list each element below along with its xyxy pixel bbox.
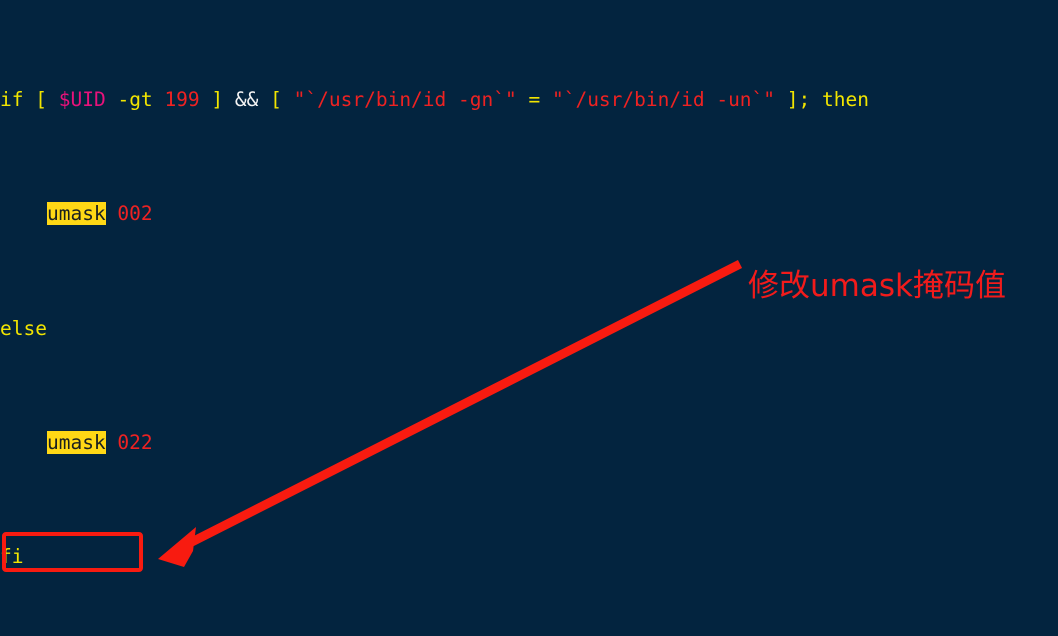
token-lbracket-2: [ xyxy=(270,87,282,111)
token-umask-highlight-002: umask xyxy=(46,202,106,226)
token-umask-value-022: 022 xyxy=(117,430,153,454)
code-area[interactable]: if [ $UID -gt 199 ] && [ "`/usr/bin/id -… xyxy=(0,0,1058,636)
token-lbracket: [ xyxy=(35,87,47,111)
token-199: 199 xyxy=(164,87,200,111)
token-umask-highlight-022: umask xyxy=(46,430,106,454)
terminal-screen: if [ $UID -gt 199 ] && [ "`/usr/bin/id -… xyxy=(0,0,1058,636)
code-line-2: umask 002 xyxy=(0,200,1058,229)
token-semicolon: ; xyxy=(798,87,811,111)
token-rbracket-2: ] xyxy=(786,87,799,111)
code-line-1: if [ $UID -gt 199 ] && [ "`/usr/bin/id -… xyxy=(0,86,1058,115)
code-line-4: umask 022 xyxy=(0,429,1058,458)
token-then: then xyxy=(822,87,869,111)
token-gt-flag: -gt xyxy=(117,87,153,111)
token-if: if xyxy=(0,87,24,111)
code-line-5: fi xyxy=(0,543,1058,572)
token-rbracket: ] xyxy=(211,87,224,111)
token-id-gn-string: "`/usr/bin/id -gn`" xyxy=(293,87,517,111)
code-line-3: else xyxy=(0,315,1058,344)
token-fi: fi xyxy=(0,545,24,569)
token-id-un-string: "`/usr/bin/id -un`" xyxy=(551,87,776,111)
token-uid-var: $UID xyxy=(58,87,106,111)
token-equals: = xyxy=(528,87,541,111)
token-and-and: && xyxy=(234,87,259,111)
token-else: else xyxy=(0,316,47,340)
token-umask-value-002: 002 xyxy=(117,202,153,226)
